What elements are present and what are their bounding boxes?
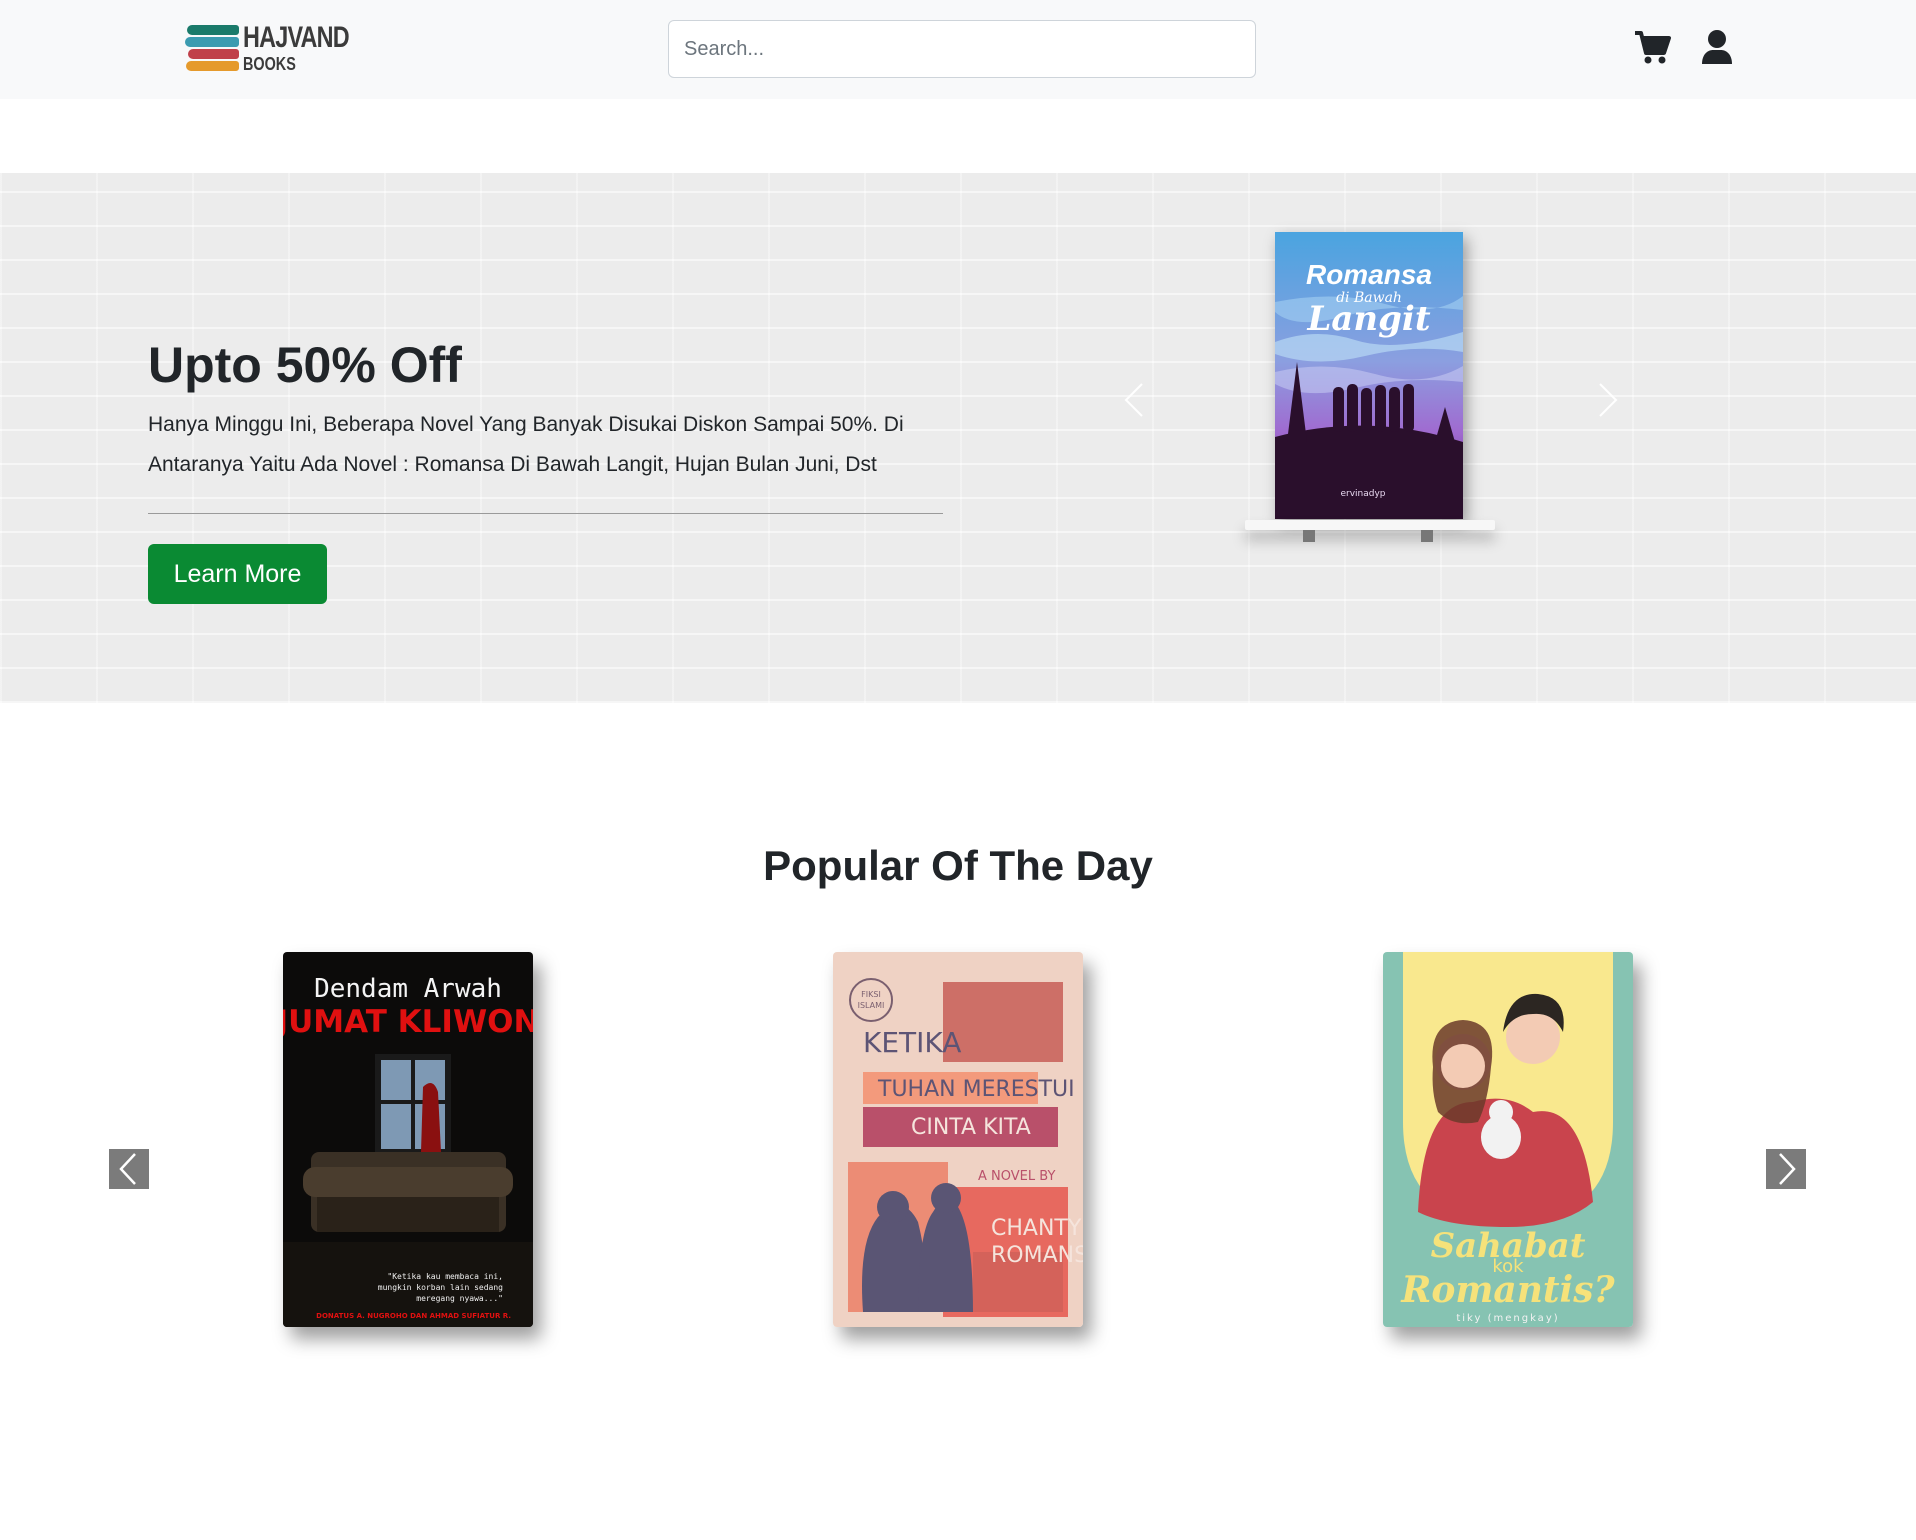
book2-line2: TUHAN MERESTUI bbox=[877, 1077, 1075, 1102]
brand-logo[interactable]: HAJVAND BOOKS bbox=[185, 22, 350, 77]
book1-quote-1: "Ketika kau membaca ini, bbox=[387, 1272, 503, 1281]
hero-prev-chevron-icon[interactable] bbox=[1120, 380, 1148, 420]
featured-book-author: ervinadyp bbox=[1340, 489, 1385, 499]
hero-title: Upto 50% Off bbox=[148, 337, 462, 393]
book-shelf bbox=[1245, 520, 1495, 530]
book2-line1: KETIKA bbox=[863, 1026, 961, 1059]
shelf-bracket bbox=[1303, 530, 1315, 542]
book3-title-3: Romantis? bbox=[1400, 1269, 1615, 1311]
book1-quote-3: meregang nyawa..." bbox=[416, 1294, 503, 1303]
book2-badge-1: FIKSI bbox=[861, 990, 881, 999]
brand-name: HAJVAND bbox=[243, 21, 350, 54]
book2-author-1: CHANTY bbox=[991, 1216, 1082, 1241]
book3-author: tiky (mengkay) bbox=[1456, 1313, 1559, 1324]
brand-subtitle: BOOKS bbox=[243, 54, 296, 74]
featured-book-title-1: Romansa bbox=[1306, 259, 1432, 290]
book-card-sahabat-kok-romantis[interactable]: Sahabat kok Romantis? tiky (mengkay) bbox=[1383, 952, 1633, 1327]
book2-byline: A NOVEL BY bbox=[978, 1169, 1055, 1184]
carousel-next-chevron-icon[interactable] bbox=[1766, 1149, 1806, 1189]
carousel-prev-chevron-icon[interactable] bbox=[109, 1149, 149, 1189]
books-logo-icon bbox=[185, 25, 241, 73]
featured-book-cover[interactable]: Romansa di Bawah Langit ervinadyp bbox=[1275, 232, 1463, 519]
book1-title-main: JUMAT KLIWON bbox=[283, 1004, 533, 1040]
search-input[interactable] bbox=[668, 20, 1256, 78]
book2-author-2: ROMANS bbox=[991, 1243, 1083, 1268]
book-card-ketika-tuhan-merestui[interactable]: FIKSI ISLAMI KETIKA TUHAN MERESTUI CINTA… bbox=[833, 952, 1083, 1327]
hero-banner: Upto 50% Off Hanya Minggu Ini, Beberapa … bbox=[0, 173, 1916, 703]
hero-next-chevron-icon[interactable] bbox=[1594, 380, 1622, 420]
navbar: HAJVAND BOOKS bbox=[0, 0, 1916, 99]
book2-line3: CINTA KITA bbox=[911, 1115, 1031, 1140]
learn-more-button[interactable]: Learn More bbox=[148, 544, 327, 604]
book1-quote-2: mungkin korban lain sedang bbox=[378, 1283, 503, 1292]
popular-section-title: Popular Of The Day bbox=[763, 842, 1153, 889]
featured-book-title-3: Langit bbox=[1306, 299, 1430, 339]
hero-description: Hanya Minggu Ini, Beberapa Novel Yang Ba… bbox=[148, 413, 904, 476]
book2-badge-2: ISLAMI bbox=[858, 1001, 885, 1010]
user-icon[interactable] bbox=[1697, 28, 1737, 68]
hero-divider bbox=[148, 513, 943, 514]
book1-author: DONATUS A. NUGROHO DAN AHMAD SUFIATUR R. bbox=[316, 1312, 511, 1320]
book1-title-top: Dendam Arwah bbox=[314, 974, 502, 1004]
cart-icon[interactable] bbox=[1633, 28, 1673, 68]
shelf-bracket bbox=[1421, 530, 1433, 542]
book-card-jumat-kliwon[interactable]: Dendam Arwah JUMAT KLIWON "Ketika kau me… bbox=[283, 952, 533, 1327]
